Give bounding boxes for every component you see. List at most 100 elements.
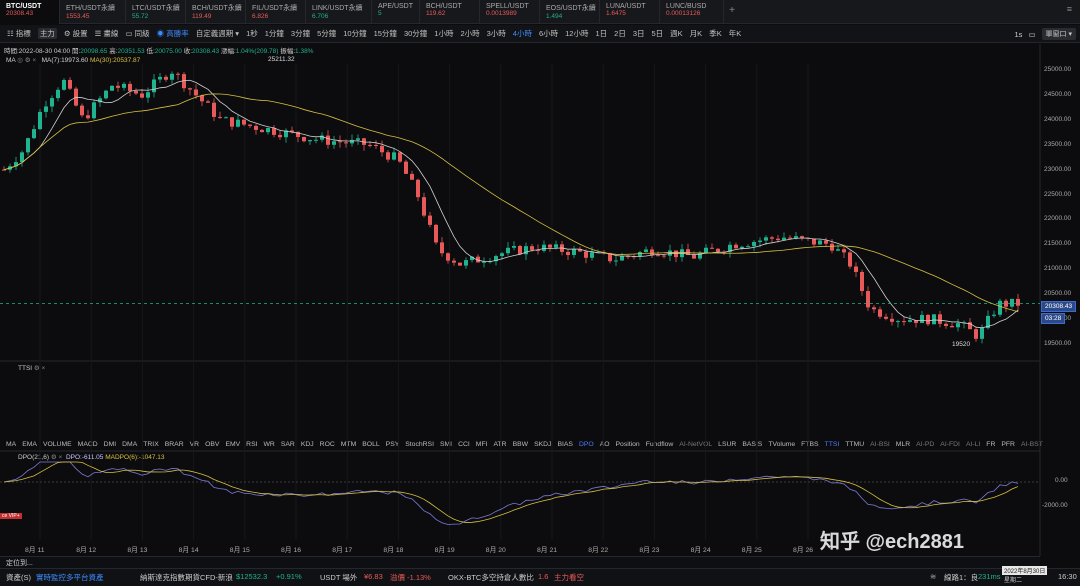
candle-body — [452, 260, 456, 263]
vip-tag[interactable]: ce VIP+ — [0, 513, 22, 519]
candle-body — [248, 124, 252, 126]
candle-body — [32, 129, 36, 139]
candle-body — [512, 246, 516, 248]
candle-body — [440, 242, 444, 254]
candle-body — [716, 248, 720, 252]
usdt-premium: 溢價 -1.13% — [390, 573, 431, 582]
candle-body — [854, 266, 858, 272]
monitor-link[interactable]: 實時監控多平台資產 — [36, 572, 104, 583]
candle-body — [938, 314, 942, 324]
candle-body — [386, 152, 390, 160]
candle-body — [908, 320, 912, 322]
price-axis-label: 19500.00 — [1044, 339, 1072, 347]
time-axis-label: 8月 15 — [229, 547, 250, 554]
candle-body — [236, 119, 240, 127]
time-axis-label: 8月 21 — [537, 547, 558, 554]
candle-body — [68, 79, 72, 89]
time-axis-label: 8月 18 — [383, 547, 404, 554]
candle-body — [650, 249, 654, 256]
candle-body — [434, 224, 438, 243]
candle-body — [998, 300, 1002, 315]
candle-body — [416, 179, 420, 198]
price-chart[interactable] — [0, 0, 1080, 586]
candle-body — [62, 79, 66, 90]
candle-body — [884, 316, 888, 319]
candle-body — [404, 161, 408, 174]
time-axis-label: 8月 11 — [25, 547, 45, 554]
candle-body — [776, 238, 780, 241]
dpo-line — [3, 461, 1019, 525]
candle-body — [770, 237, 774, 239]
candle-body — [500, 253, 504, 257]
asset-menu[interactable]: 資產(S) — [6, 572, 31, 583]
line-status[interactable]: 線路1：良 — [944, 572, 978, 583]
candle-body — [584, 251, 588, 258]
candle-body — [956, 323, 960, 328]
candle-body — [746, 246, 750, 248]
wifi-icon: ≋ — [930, 572, 937, 581]
candle-body — [176, 73, 180, 75]
candle-body — [314, 139, 318, 141]
ma30-line — [3, 93, 1019, 313]
usdt-otc-label: USDT 場外 — [320, 573, 358, 582]
nasdaq-change: +0.91% — [276, 572, 302, 581]
candle-body — [506, 247, 510, 254]
okx-ratio-value: 1.6 — [538, 572, 549, 581]
price-axis-label: 20500.00 — [1044, 290, 1072, 298]
status-bar: 資產(S) 實時監控多平台資產 納斯達克指數期貨CFD-新浪 $12532.3 … — [0, 566, 1080, 586]
time-axis-label: 8月 23 — [639, 547, 660, 554]
candle-body — [128, 83, 132, 91]
candle-body — [272, 128, 276, 135]
price-axis-label: 21500.00 — [1044, 240, 1072, 248]
candle-body — [458, 262, 462, 266]
candle-body — [566, 251, 570, 256]
candle-body — [38, 111, 42, 130]
candle-body — [980, 328, 984, 339]
news-ticker[interactable]: 納斯達克指數期貨CFD-新浪 — [140, 572, 233, 583]
candle-body — [788, 237, 792, 239]
candle-body — [704, 247, 708, 254]
candle-body — [830, 243, 834, 251]
time-axis-label: 8月 25 — [741, 547, 762, 554]
candle-body — [200, 95, 204, 102]
countdown-badge: 03:28 — [1041, 313, 1066, 324]
dpo-axis-1: -2000.00 — [1042, 502, 1068, 509]
candle-body — [398, 152, 402, 162]
candle-body — [230, 117, 234, 127]
candle-body — [302, 137, 306, 142]
candle-body — [164, 76, 168, 80]
candle-body — [836, 249, 840, 251]
candle-body — [350, 139, 354, 144]
candle-body — [332, 141, 336, 145]
candle-body — [554, 244, 558, 248]
price-axis-label: 25000.00 — [1044, 66, 1072, 73]
candle-body — [926, 314, 930, 325]
candle-body — [254, 125, 258, 130]
candle-body — [218, 116, 222, 118]
ma7-line — [3, 79, 1019, 329]
candle-body — [662, 255, 666, 257]
candle-body — [668, 250, 672, 256]
candle-body — [920, 314, 924, 324]
candle-body — [842, 249, 846, 253]
low-marker: 19520 — [952, 341, 971, 348]
candle-body — [656, 255, 660, 257]
candle-body — [134, 90, 138, 94]
time-axis-label: 8月 16 — [281, 547, 302, 554]
candle-body — [590, 252, 594, 258]
candle-body — [860, 271, 864, 292]
madpo-line — [3, 461, 1019, 523]
candle-body — [692, 255, 696, 259]
candle-body — [170, 73, 174, 80]
candle-body — [548, 244, 552, 248]
time-axis-label: 8月 17 — [332, 547, 353, 554]
time-axis-label: 8月 22 — [588, 547, 609, 554]
candle-body — [152, 79, 156, 93]
time-axis-label: 8月 24 — [690, 547, 711, 554]
candle-body — [824, 240, 828, 244]
candle-body — [464, 260, 468, 266]
locate-bar[interactable]: 定位到... — [0, 556, 1040, 568]
candle-body — [140, 93, 144, 98]
candle-body — [614, 260, 618, 262]
candle-body — [872, 307, 876, 310]
